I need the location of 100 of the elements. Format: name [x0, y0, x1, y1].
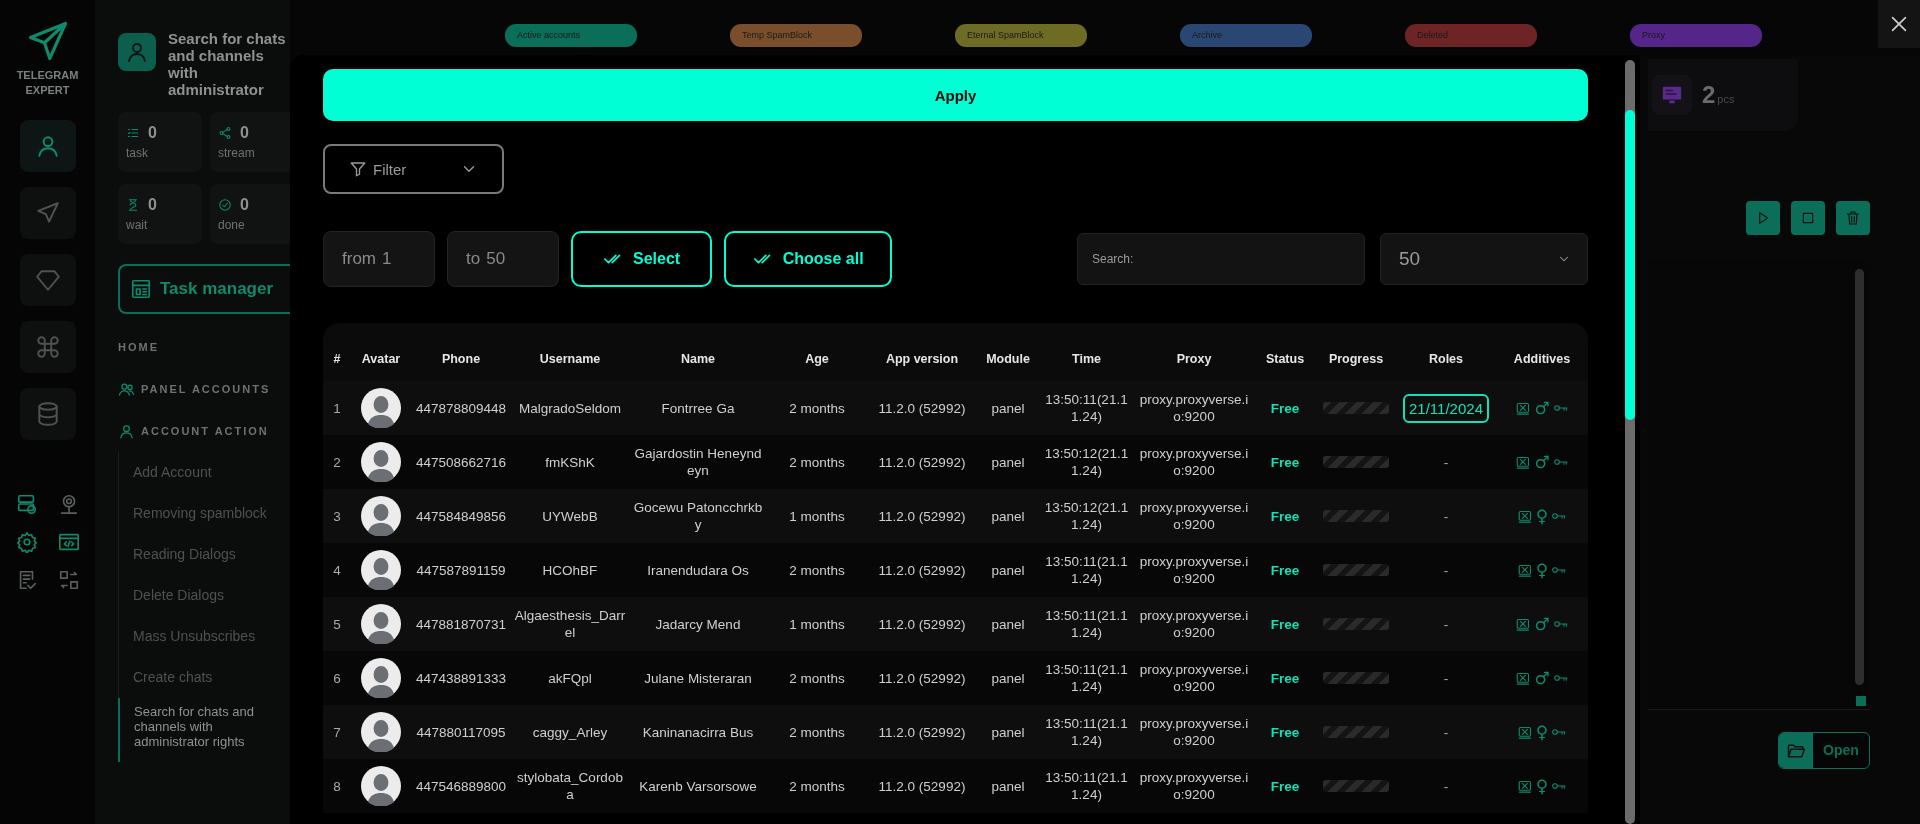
avatar	[361, 550, 401, 590]
table-cell: 447587891159	[411, 543, 511, 597]
scrollbar[interactable]	[1625, 60, 1635, 824]
table-cell: proxy.proxyverse.io:9200	[1134, 489, 1254, 543]
rail-button[interactable]	[19, 388, 76, 440]
nav-section[interactable]: ACCOUNT ACTION	[118, 422, 290, 440]
table-cell: 2 months	[767, 705, 867, 759]
table-cell: stylobata_Cordoba	[511, 759, 629, 813]
table-cell: panel	[977, 489, 1039, 543]
role-text: -	[1443, 670, 1449, 686]
close-button[interactable]	[1878, 0, 1920, 48]
row-number: 5	[323, 597, 351, 651]
rail-button[interactable]	[19, 254, 76, 306]
column-header[interactable]: Phone	[411, 337, 511, 381]
role-text: -	[1443, 778, 1449, 794]
resize-handle[interactable]	[1856, 696, 1866, 706]
checklist-icon	[126, 126, 140, 140]
scrollbar[interactable]	[1855, 269, 1864, 685]
search-field[interactable]: Search:	[1077, 233, 1365, 285]
stat-value: 0	[240, 196, 249, 214]
table-cell: 447508662716	[411, 435, 511, 489]
filter-dropdown[interactable]: Filter	[323, 144, 504, 194]
avatar	[361, 712, 401, 752]
stop-button[interactable]	[1791, 201, 1825, 235]
table-cell: panel	[977, 597, 1039, 651]
status-text: Free	[1254, 597, 1316, 651]
nav-section[interactable]: PANEL ACCOUNTS	[118, 380, 290, 398]
task-manager-button[interactable]: Task manager	[118, 264, 290, 314]
table-cell: 1 months	[767, 489, 867, 543]
column-header[interactable]: App version	[867, 337, 977, 381]
role-text: -	[1443, 562, 1449, 578]
choose-all-button[interactable]: Choose all	[724, 231, 893, 287]
rail-button[interactable]	[19, 187, 76, 239]
column-header[interactable]: Roles	[1396, 337, 1496, 381]
table-cell: panel	[977, 759, 1039, 813]
table-cell: Julane Misteraran	[629, 651, 767, 705]
command-icon	[34, 334, 61, 360]
nav-section[interactable]: HOME	[118, 338, 290, 356]
column-header[interactable]: Time	[1039, 337, 1134, 381]
play-button[interactable]	[1746, 201, 1780, 235]
status-text: Free	[1254, 435, 1316, 489]
table-cell: HCOhBF	[511, 543, 629, 597]
gender-symbol: ♀	[1535, 562, 1549, 578]
user-icon	[125, 40, 149, 64]
select-button[interactable]: Select	[571, 231, 713, 287]
column-header[interactable]: Name	[629, 337, 767, 381]
avatar	[361, 604, 401, 644]
table-cell: panel	[977, 651, 1039, 705]
table-cell: fmKShK	[511, 435, 629, 489]
table-cell: 11.2.0 (52992)	[867, 651, 977, 705]
stat-label: task	[126, 146, 149, 160]
rail-button[interactable]	[19, 120, 76, 172]
column-header[interactable]: Additives	[1496, 337, 1588, 381]
page-size-select[interactable]: 50	[1380, 233, 1588, 285]
status-text: Free	[1254, 705, 1316, 759]
crossed-box-icon	[1516, 778, 1534, 794]
table-cell: proxy.proxyverse.io:9200	[1134, 435, 1254, 489]
table-cell: Iranendudara Os	[629, 543, 767, 597]
delete-button[interactable]	[1836, 201, 1870, 235]
column-header[interactable]: Module	[977, 337, 1039, 381]
column-header[interactable]: Username	[511, 337, 629, 381]
column-header[interactable]: Age	[767, 337, 867, 381]
stat-label: done	[218, 218, 246, 232]
check-circle-icon	[218, 198, 232, 212]
table-cell: proxy.proxyverse.io:9200	[1134, 651, 1254, 705]
nav-item[interactable]: Search for chats and channels with administrator rights	[118, 698, 284, 762]
table-cell: 11.2.0 (52992)	[867, 543, 977, 597]
column-header[interactable]: Proxy	[1134, 337, 1254, 381]
trash-icon	[1845, 210, 1861, 226]
column-header[interactable]: Status	[1254, 337, 1316, 381]
avatar	[361, 442, 401, 482]
column-header[interactable]: Progress	[1316, 337, 1396, 381]
table-cell: 13:50:11(21.11.24)	[1039, 759, 1134, 813]
page-title: Search for chats and channels with administrator	[168, 30, 287, 98]
table-cell: Kaninanacirra Bus	[629, 705, 767, 759]
table-cell: proxy.proxyverse.io:9200	[1134, 759, 1254, 813]
hourglass-icon	[126, 198, 140, 212]
diamond-icon	[34, 267, 61, 293]
share-icon	[218, 126, 232, 140]
apply-button[interactable]: Apply	[323, 69, 1588, 121]
column-header[interactable]: Avatar	[351, 337, 411, 381]
table-cell: caggy_Arley	[511, 705, 629, 759]
stat-value: 0	[148, 124, 157, 142]
column-header[interactable]: #	[323, 337, 351, 381]
table-cell: proxy.proxyverse.io:9200	[1134, 705, 1254, 759]
role-text: -	[1443, 616, 1449, 632]
table-cell: 13:50:11(21.11.24)	[1039, 597, 1134, 651]
status-text: Free	[1254, 651, 1316, 705]
to-field[interactable]: to 50	[447, 231, 559, 287]
table-cell: 13:50:11(21.11.24)	[1039, 705, 1134, 759]
table-cell: 447881870731	[411, 597, 511, 651]
count-unit: pcs	[1717, 93, 1735, 105]
row-number: 7	[323, 705, 351, 759]
table-cell: 13:50:11(21.11.24)	[1039, 651, 1134, 705]
open-button[interactable]: Open	[1778, 732, 1870, 769]
gender-symbol: ♀	[1535, 508, 1549, 524]
from-field[interactable]: from 1	[323, 231, 435, 287]
table-cell: 1 months	[767, 597, 867, 651]
rail-button[interactable]	[19, 321, 76, 373]
table-cell: 2 months	[767, 435, 867, 489]
